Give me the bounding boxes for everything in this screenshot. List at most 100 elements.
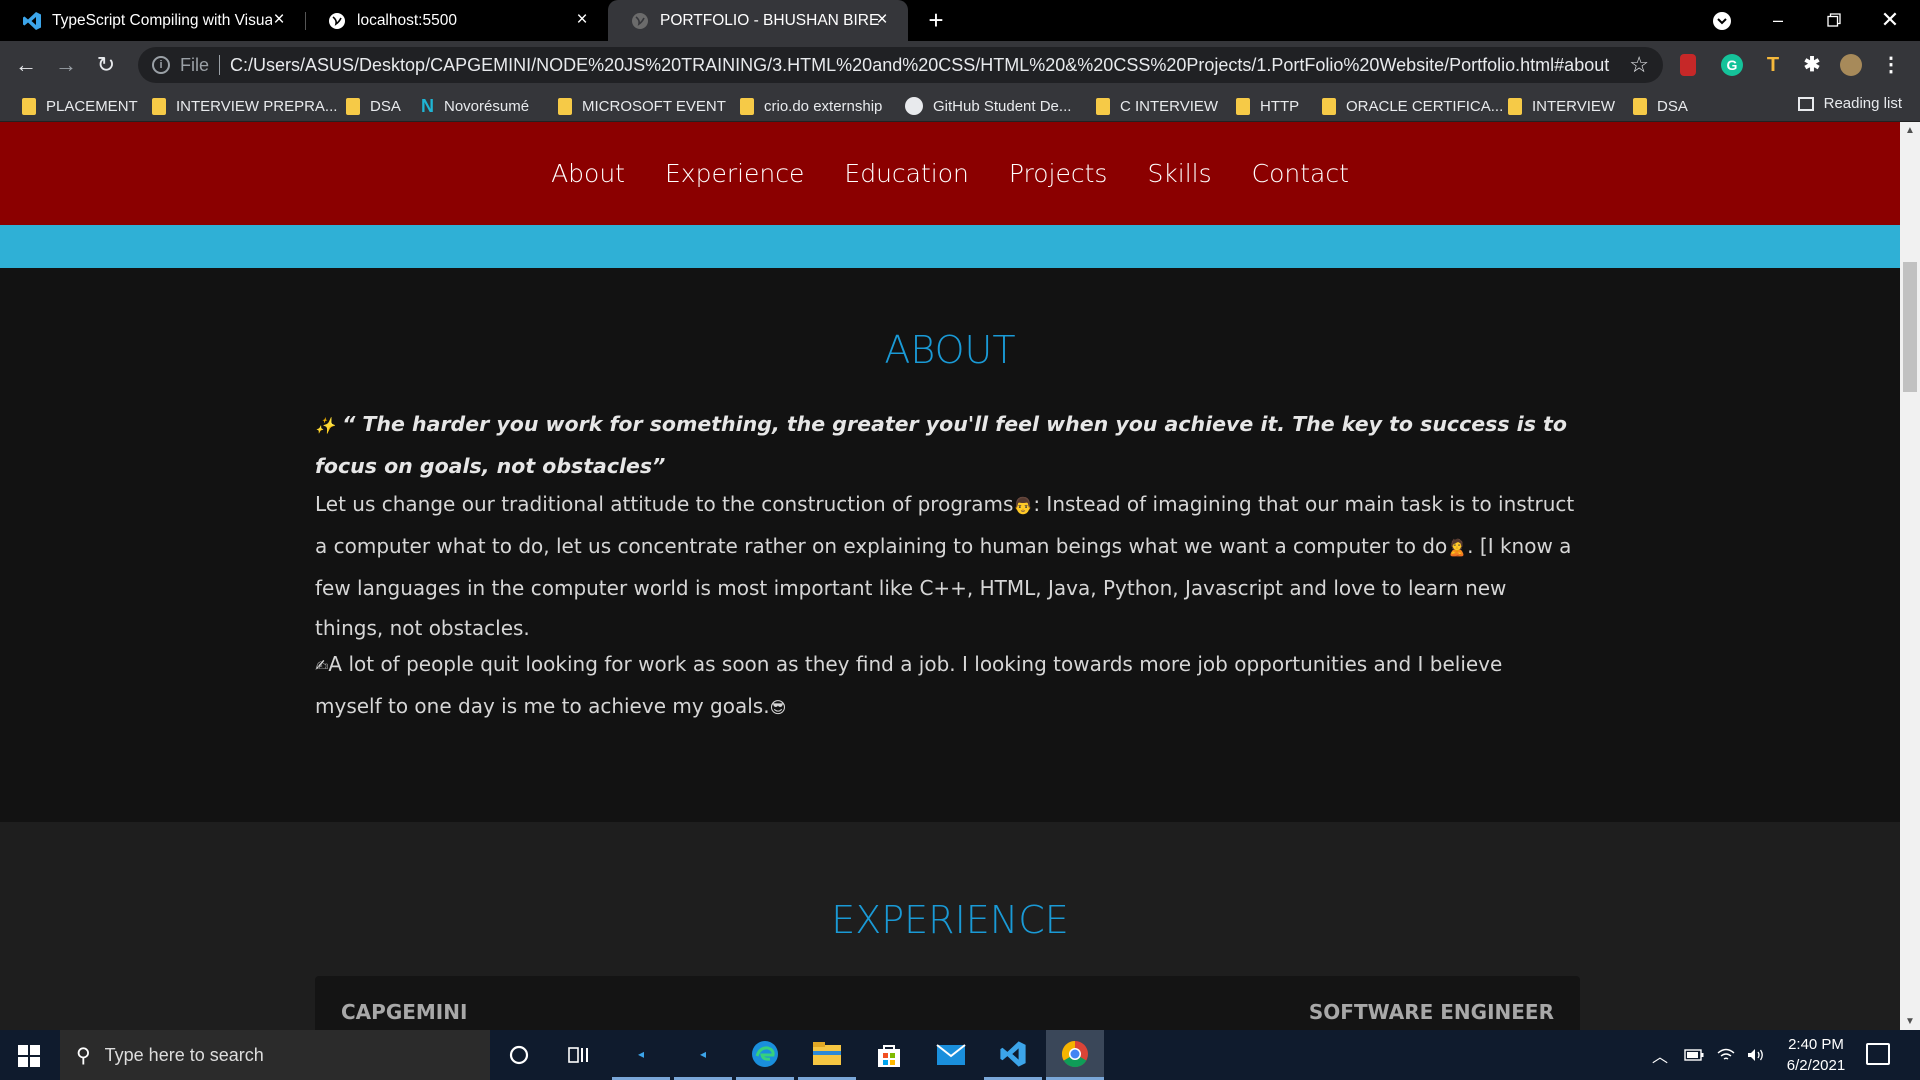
windows-start-icon[interactable]	[18, 1045, 40, 1067]
chrome-icon[interactable]	[1046, 1030, 1104, 1080]
folder-icon	[740, 97, 754, 115]
search-icon: ⚲	[76, 1044, 91, 1067]
edge-icon[interactable]	[736, 1030, 794, 1080]
bookmark-item[interactable]: GitHub Student De...	[905, 95, 1071, 117]
github-icon	[905, 97, 923, 115]
restore-button[interactable]	[1806, 0, 1862, 41]
nav-education[interactable]: Education	[844, 159, 968, 188]
new-tab-button[interactable]: +	[922, 6, 950, 34]
about-quote: ✨ “ The harder you work for something, t…	[315, 404, 1575, 486]
nav-experience[interactable]: Experience	[665, 159, 804, 188]
writing-hand-icon: ✍	[315, 656, 329, 675]
bookmark-item[interactable]: DSA	[1633, 95, 1688, 117]
bookmark-star-icon[interactable]: ☆	[1629, 52, 1649, 78]
bookmark-item[interactable]: DSA	[346, 95, 401, 117]
bookmark-item[interactable]: INTERVIEW PREPRA...	[152, 95, 337, 117]
bookmark-item[interactable]: N Novorésumé	[421, 95, 529, 117]
nav-skills[interactable]: Skills	[1147, 159, 1211, 188]
windows-taskbar: ⚲ Type here to search ◂ ◂ ︿ 2:40 PM 6/2/…	[0, 1030, 1920, 1080]
menu-kebab-icon[interactable]: ⋮	[1880, 54, 1902, 76]
extension-t-icon[interactable]: T	[1762, 54, 1784, 76]
tab-search-button[interactable]	[1694, 0, 1750, 41]
about-title: ABOUT	[884, 328, 1016, 372]
close-tab-icon[interactable]: ×	[572, 10, 592, 30]
wifi-icon[interactable]	[1716, 1030, 1736, 1080]
cortana-icon[interactable]	[490, 1030, 548, 1080]
extension-red-icon[interactable]	[1680, 54, 1696, 76]
task-view-icon[interactable]	[550, 1030, 608, 1080]
bookmark-item[interactable]: crio.do externship	[740, 95, 882, 117]
reading-list-icon	[1797, 96, 1814, 111]
taskbar-clock[interactable]: 2:40 PM 6/2/2021	[1776, 1034, 1856, 1076]
notification-center-icon[interactable]	[1866, 1043, 1890, 1065]
experience-card: CAPGEMINI SOFTWARE ENGINEER	[315, 976, 1580, 1030]
tab-title: PORTFOLIO - BHUSHAN BIRE	[660, 11, 880, 29]
minimize-button[interactable]: –	[1750, 0, 1806, 41]
scheme-label: File	[180, 54, 210, 75]
tray-chevron-up-icon[interactable]: ︿	[1652, 1030, 1668, 1080]
extensions-puzzle-icon[interactable]: ✱	[1801, 54, 1823, 76]
address-bar[interactable]: i File C:/Users/ASUS/Desktop/CAPGEMINI/N…	[138, 47, 1663, 83]
tab-localhost[interactable]: localhost:5500 ×	[305, 0, 608, 41]
scroll-thumb[interactable]	[1903, 262, 1917, 392]
url-text[interactable]: C:/Users/ASUS/Desktop/CAPGEMINI/NODE%20J…	[230, 55, 1629, 76]
file-explorer-icon[interactable]	[798, 1030, 856, 1080]
bookmark-item[interactable]: INTERVIEW	[1508, 95, 1615, 117]
bookmark-item[interactable]: PLACEMENT	[22, 95, 138, 117]
avatar[interactable]	[1840, 54, 1862, 76]
technologist-icon: 👨	[1013, 496, 1034, 515]
grammarly-icon[interactable]: G	[1721, 54, 1743, 76]
vscode-taskbar-icon-2[interactable]: ◂	[674, 1030, 732, 1080]
company-name: CAPGEMINI	[341, 1000, 468, 1024]
chevron-down-icon	[1713, 12, 1731, 30]
reading-list-button[interactable]: Reading list	[1797, 95, 1902, 112]
folder-icon	[1096, 97, 1110, 115]
close-tab-icon[interactable]: ×	[269, 10, 289, 30]
person-icon: 🙎	[1447, 538, 1468, 557]
folder-icon	[1633, 97, 1647, 115]
bookmark-item[interactable]: C INTERVIEW	[1096, 95, 1218, 117]
about-section: ABOUT ✨ “ The harder you work for someth…	[0, 268, 1900, 822]
restore-icon	[1827, 13, 1841, 27]
forward-button[interactable]: →	[52, 51, 80, 79]
novoresume-icon: N	[421, 95, 434, 116]
scroll-up-arrow-icon[interactable]: ▲	[1900, 122, 1920, 139]
folder-icon	[1322, 97, 1336, 115]
header-accent-strip	[0, 225, 1900, 268]
bookmark-item[interactable]: ORACLE CERTIFICA...	[1322, 95, 1503, 117]
tab-title: TypeScript Compiling with Visual	[52, 11, 272, 29]
page-scrollbar[interactable]: ▲ ▼	[1900, 122, 1920, 1030]
scroll-down-arrow-icon[interactable]: ▼	[1900, 1013, 1920, 1030]
folder-icon	[1236, 97, 1250, 115]
nav-contact[interactable]: Contact	[1252, 159, 1349, 188]
reload-button[interactable]: ↻	[92, 51, 120, 79]
vscode-taskbar-icon[interactable]: ◂	[612, 1030, 670, 1080]
clock-time: 2:40 PM	[1788, 1036, 1844, 1053]
globe-icon	[630, 11, 650, 31]
back-button[interactable]: ←	[12, 51, 40, 79]
tab-typescript[interactable]: TypeScript Compiling with Visual ×	[0, 0, 305, 41]
battery-icon[interactable]	[1684, 1030, 1704, 1080]
vscode-app-icon[interactable]	[984, 1030, 1042, 1080]
search-placeholder: Type here to search	[104, 1044, 264, 1065]
close-tab-icon[interactable]: ×	[872, 10, 892, 30]
tab-portfolio[interactable]: PORTFOLIO - BHUSHAN BIRE ×	[608, 0, 908, 41]
mail-icon[interactable]	[922, 1030, 980, 1080]
nav-projects[interactable]: Projects	[1009, 159, 1108, 188]
bookmarks-bar: PLACEMENT INTERVIEW PREPRA... DSA N Novor…	[0, 89, 1920, 122]
nav-about[interactable]: About	[551, 159, 625, 188]
volume-icon[interactable]	[1746, 1030, 1766, 1080]
about-paragraph-2: ✍A lot of people quit looking for work a…	[315, 644, 1575, 728]
folder-icon	[558, 97, 572, 115]
bookmark-item[interactable]: HTTP	[1236, 95, 1299, 117]
clock-date: 6/2/2021	[1786, 1057, 1846, 1074]
close-window-button[interactable]: ✕	[1862, 0, 1918, 41]
folder-icon	[346, 97, 360, 115]
taskbar-search[interactable]: ⚲ Type here to search	[60, 1030, 490, 1080]
vscode-icon	[22, 11, 42, 31]
folder-icon	[1508, 97, 1522, 115]
info-icon[interactable]: i	[152, 56, 170, 74]
store-icon[interactable]	[860, 1030, 918, 1080]
bookmark-item[interactable]: MICROSOFT EVENT	[558, 95, 726, 117]
experience-title: EXPERIENCE	[831, 898, 1069, 942]
